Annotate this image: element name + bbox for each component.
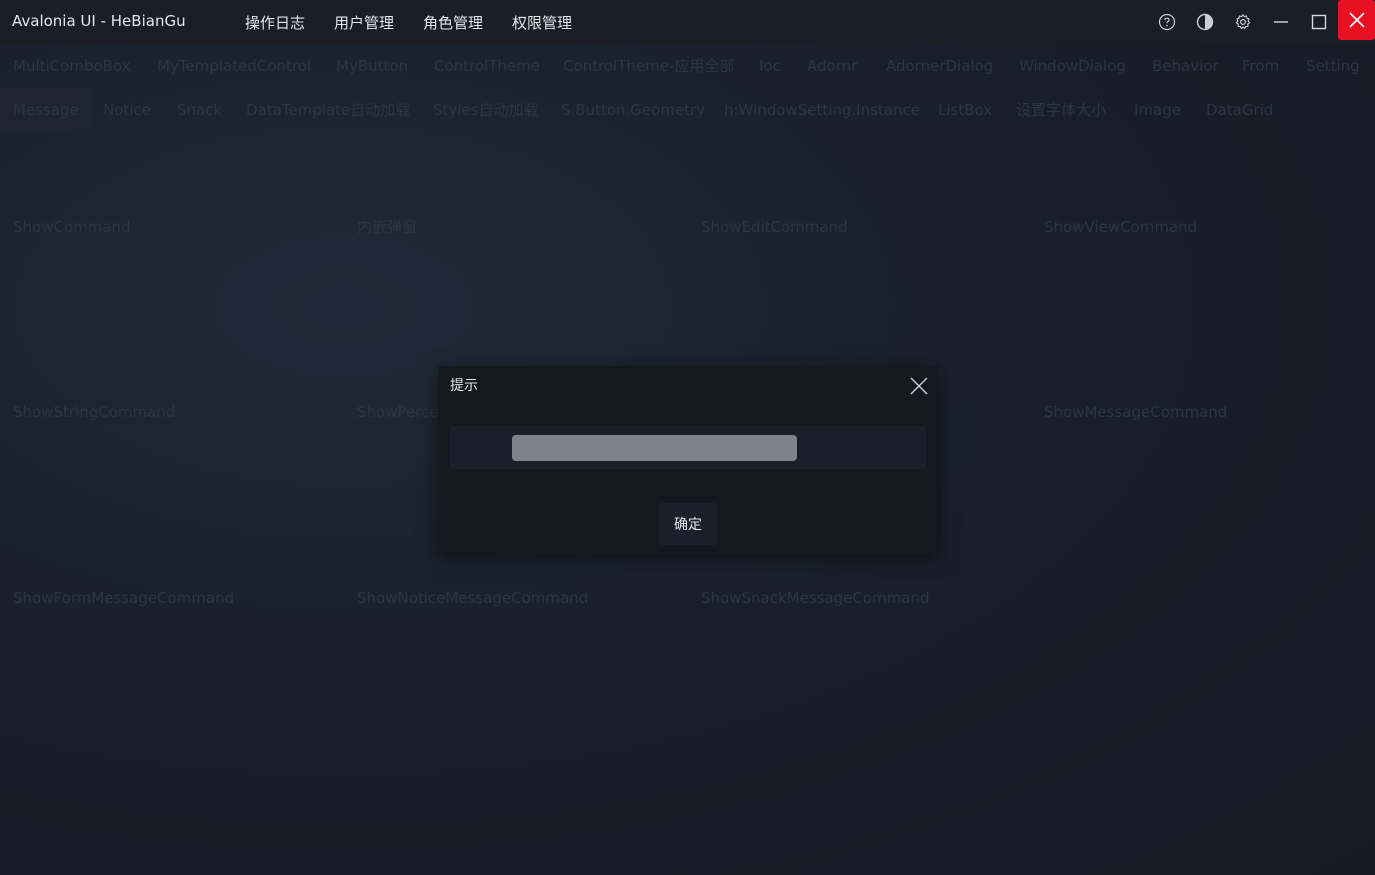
app-title: Avalonia UI - HeBianGu [12,12,186,30]
settings-icon [1235,13,1251,30]
dialog-ok-button[interactable]: 确定 [659,503,717,545]
help-icon [1158,13,1176,31]
minimize-icon [1274,21,1288,23]
message-dialog: 提示 确定 [438,366,938,554]
window-close-button[interactable] [1338,0,1375,40]
top-menu: 操作日志 用户管理 角色管理 权限管理 [245,12,601,33]
theme-icon [1196,13,1214,31]
dialog-content [450,426,926,469]
maximize-button[interactable] [1300,0,1338,44]
dialog-title: 提示 [450,378,478,394]
main-window: Avalonia UI - HeBianGu 操作日志 用户管理 角色管理 权限… [0,0,1375,875]
menu-item-role-management[interactable]: 角色管理 [423,12,483,33]
dialog-message-placeholder [512,435,797,461]
title-bar: Avalonia UI - HeBianGu 操作日志 用户管理 角色管理 权限… [0,0,1375,44]
close-icon [1348,12,1365,28]
menu-item-permission-management[interactable]: 权限管理 [512,12,572,33]
dialog-close-button[interactable] [908,375,930,397]
theme-toggle-button[interactable] [1186,0,1224,44]
settings-button[interactable] [1224,0,1262,44]
window-controls [1148,0,1375,44]
maximize-icon [1311,14,1327,30]
minimize-button[interactable] [1262,0,1300,44]
menu-item-operation-log[interactable]: 操作日志 [245,12,305,33]
menu-item-user-management[interactable]: 用户管理 [334,12,394,33]
help-button[interactable] [1148,0,1186,44]
close-icon [910,377,928,395]
